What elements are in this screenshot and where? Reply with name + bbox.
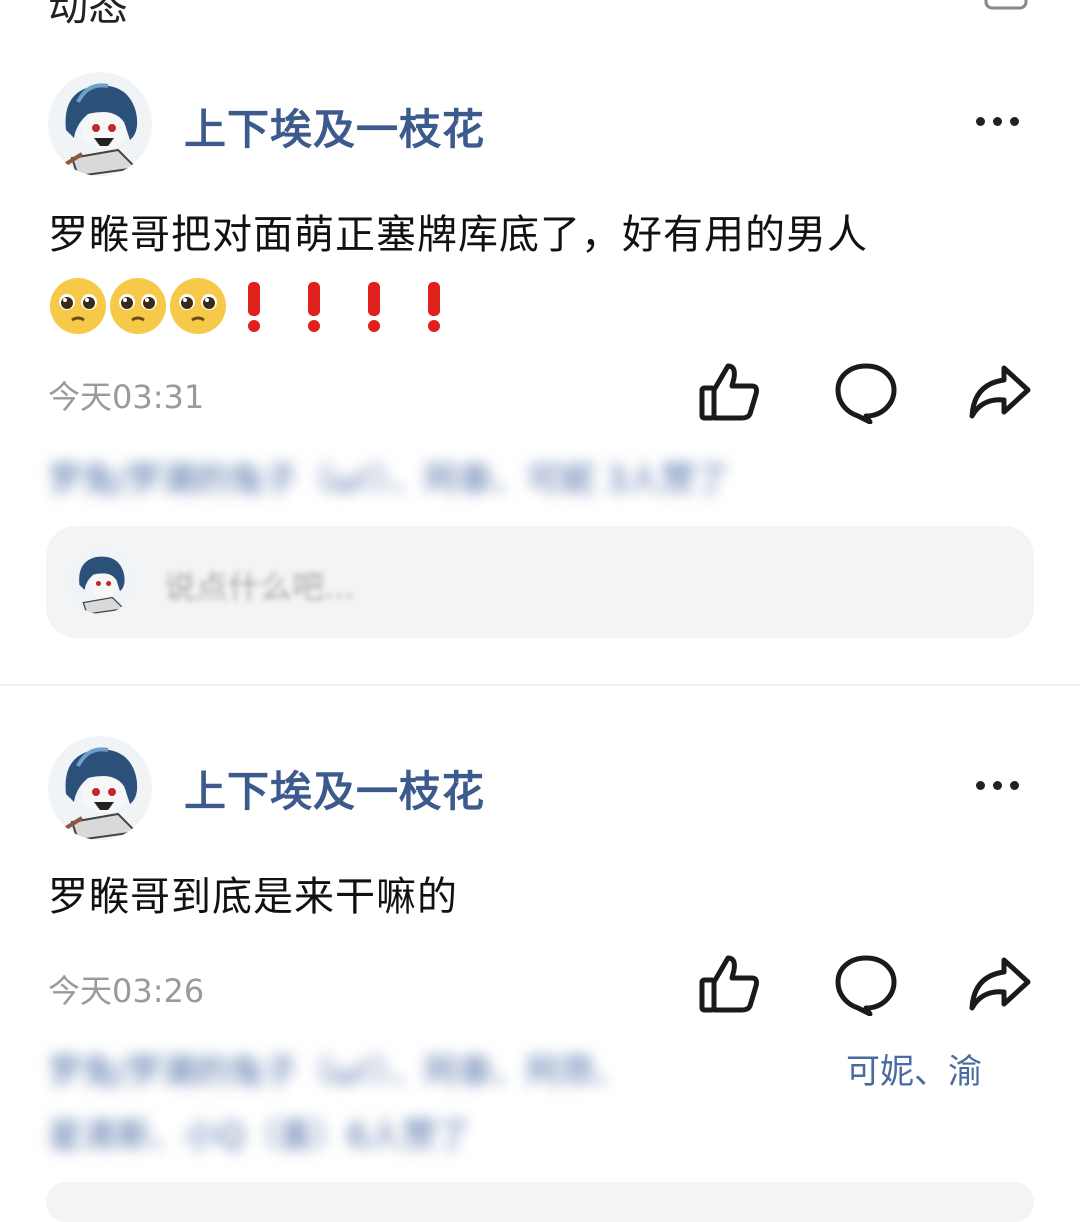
username[interactable]: 上下埃及一枝花 bbox=[184, 758, 485, 819]
likers-list[interactable]: 星清斯、小Q（喜）6人赞了 bbox=[48, 1108, 470, 1157]
likers-list[interactable]: 罗兔/罗潮的兔子（ω!）、阿泰、阿昂、 bbox=[48, 1044, 629, 1093]
comment-bubble-icon[interactable] bbox=[834, 952, 898, 1016]
more-dots-icon[interactable] bbox=[972, 776, 1028, 796]
comment-input[interactable] bbox=[46, 1182, 1034, 1222]
avatar-image bbox=[48, 736, 152, 840]
likers-visible[interactable]: 可妮、渝 bbox=[846, 1044, 982, 1093]
post-text: 罗睺哥到底是来干嘛的 bbox=[48, 874, 458, 920]
post-time: 今天03:26 bbox=[48, 972, 205, 1010]
thumbs-up-icon[interactable] bbox=[698, 952, 762, 1016]
avatar[interactable] bbox=[48, 736, 152, 840]
post-card: 上下埃及一枝花 罗睺哥到底是来干嘛的 今天03:26 罗兔/罗潮的兔子（ω!）、… bbox=[0, 0, 1080, 1222]
share-arrow-icon[interactable] bbox=[968, 952, 1032, 1016]
